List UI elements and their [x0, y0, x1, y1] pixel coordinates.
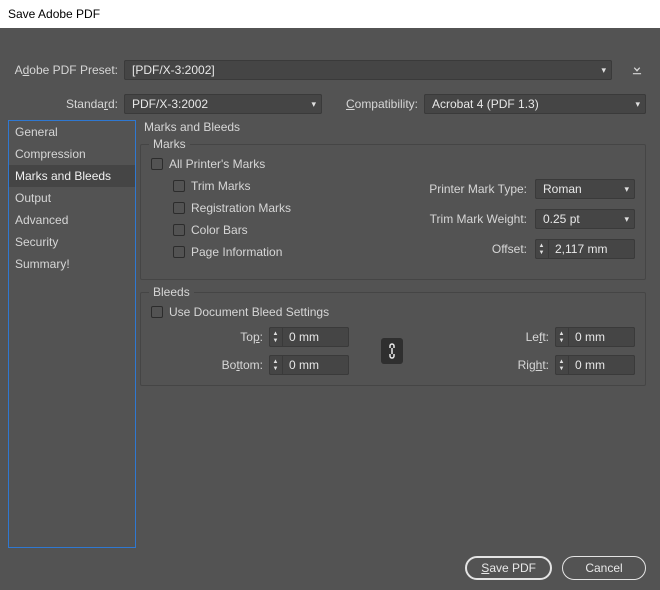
checkbox-box	[173, 224, 185, 236]
checkbox-label: Use Document Bleed Settings	[169, 305, 329, 319]
printer-mark-type-select[interactable]: Roman ▾	[535, 179, 635, 199]
bleed-bottom-label: Bottom:	[222, 358, 263, 372]
standard-value: PDF/X-3:2002	[132, 97, 208, 111]
compat-select[interactable]: Acrobat 4 (PDF 1.3) ▾	[424, 94, 646, 114]
chevron-down-icon: ▾	[601, 65, 606, 76]
bleed-top-label: Top:	[240, 330, 263, 344]
checkbox-box	[151, 306, 163, 318]
sidebar-item[interactable]: Compression	[9, 143, 135, 165]
bleed-right-label: Right:	[518, 358, 549, 372]
offset-spinner[interactable]: ▲▼ 2,117 mm	[535, 239, 635, 259]
standard-label: Standard:	[14, 97, 118, 111]
sidebar-item[interactable]: Output	[9, 187, 135, 209]
sidebar-item[interactable]: Marks and Bleeds	[9, 165, 135, 187]
compat-value: Acrobat 4 (PDF 1.3)	[432, 97, 539, 111]
save-pdf-button[interactable]: Save PDF	[465, 556, 552, 580]
window-titlebar: Save Adobe PDF	[0, 0, 660, 28]
trim-marks-checkbox[interactable]: Trim Marks	[173, 179, 311, 193]
bleeds-legend: Bleeds	[149, 285, 194, 299]
settings-panel: Marks and Bleeds Marks All Printer's Mar…	[140, 120, 646, 546]
preset-label: Adobe PDF Preset:	[14, 63, 118, 77]
dialog-footer: Save PDF Cancel	[465, 556, 646, 580]
all-printers-marks-checkbox[interactable]: All Printer's Marks	[151, 157, 635, 171]
sidebar-item[interactable]: Security	[9, 231, 135, 253]
checkbox-label: All Printer's Marks	[169, 157, 265, 171]
standard-compat-row: Standard: PDF/X-3:2002 ▾ Compatibility: …	[14, 94, 646, 114]
chevron-down-icon: ▾	[624, 184, 629, 195]
checkbox-label: Trim Marks	[191, 179, 251, 193]
bleed-left-label: Left:	[526, 330, 549, 344]
offset-label: Offset:	[492, 242, 527, 256]
checkbox-box	[173, 180, 185, 192]
preset-value: [PDF/X-3:2002]	[132, 63, 215, 77]
use-document-bleed-checkbox[interactable]: Use Document Bleed Settings	[151, 305, 635, 319]
preset-row: Adobe PDF Preset: [PDF/X-3:2002] ▾	[14, 60, 646, 80]
window-title: Save Adobe PDF	[8, 7, 100, 21]
checkbox-label: Color Bars	[191, 223, 248, 237]
bleeds-group: Bleeds Use Document Bleed Settings Top: …	[140, 292, 646, 386]
printer-mark-type-label: Printer Mark Type:	[429, 182, 527, 196]
chevron-down-icon: ▾	[635, 99, 640, 110]
marks-legend: Marks	[149, 137, 190, 151]
sidebar-item[interactable]: General	[9, 121, 135, 143]
chevron-down-icon: ▾	[624, 214, 629, 225]
checkbox-box	[151, 158, 163, 170]
chevron-down-icon: ▾	[311, 99, 316, 110]
bleed-top-spinner[interactable]: ▲▼ 0 mm	[269, 327, 349, 347]
marks-group: Marks All Printer's Marks Trim Marks Reg…	[140, 144, 646, 280]
checkbox-box	[173, 246, 185, 258]
checkbox-label: Registration Marks	[191, 201, 291, 215]
standard-select[interactable]: PDF/X-3:2002 ▾	[124, 94, 322, 114]
bleed-bottom-spinner[interactable]: ▲▼ 0 mm	[269, 355, 349, 375]
page-information-checkbox[interactable]: Page Information	[173, 245, 311, 259]
link-bleeds-icon[interactable]	[381, 338, 403, 364]
compat-label: Compatibility:	[322, 97, 418, 111]
dialog-body: Adobe PDF Preset: [PDF/X-3:2002] ▾ Stand…	[0, 28, 660, 590]
bleed-left-spinner[interactable]: ▲▼ 0 mm	[555, 327, 635, 347]
trim-mark-weight-label: Trim Mark Weight:	[430, 212, 527, 226]
checkbox-box	[173, 202, 185, 214]
sidebar-item[interactable]: Advanced	[9, 209, 135, 231]
color-bars-checkbox[interactable]: Color Bars	[173, 223, 311, 237]
trim-mark-weight-select[interactable]: 0.25 pt ▾	[535, 209, 635, 229]
save-preset-icon[interactable]	[628, 60, 646, 78]
cancel-button[interactable]: Cancel	[562, 556, 646, 580]
checkbox-label: Page Information	[191, 245, 282, 259]
preset-select[interactable]: [PDF/X-3:2002] ▾	[124, 60, 612, 80]
bleed-right-spinner[interactable]: ▲▼ 0 mm	[555, 355, 635, 375]
category-sidebar: GeneralCompressionMarks and BleedsOutput…	[8, 120, 136, 548]
panel-title: Marks and Bleeds	[140, 120, 646, 134]
sidebar-item[interactable]: Summary!	[9, 253, 135, 275]
registration-marks-checkbox[interactable]: Registration Marks	[173, 201, 311, 215]
